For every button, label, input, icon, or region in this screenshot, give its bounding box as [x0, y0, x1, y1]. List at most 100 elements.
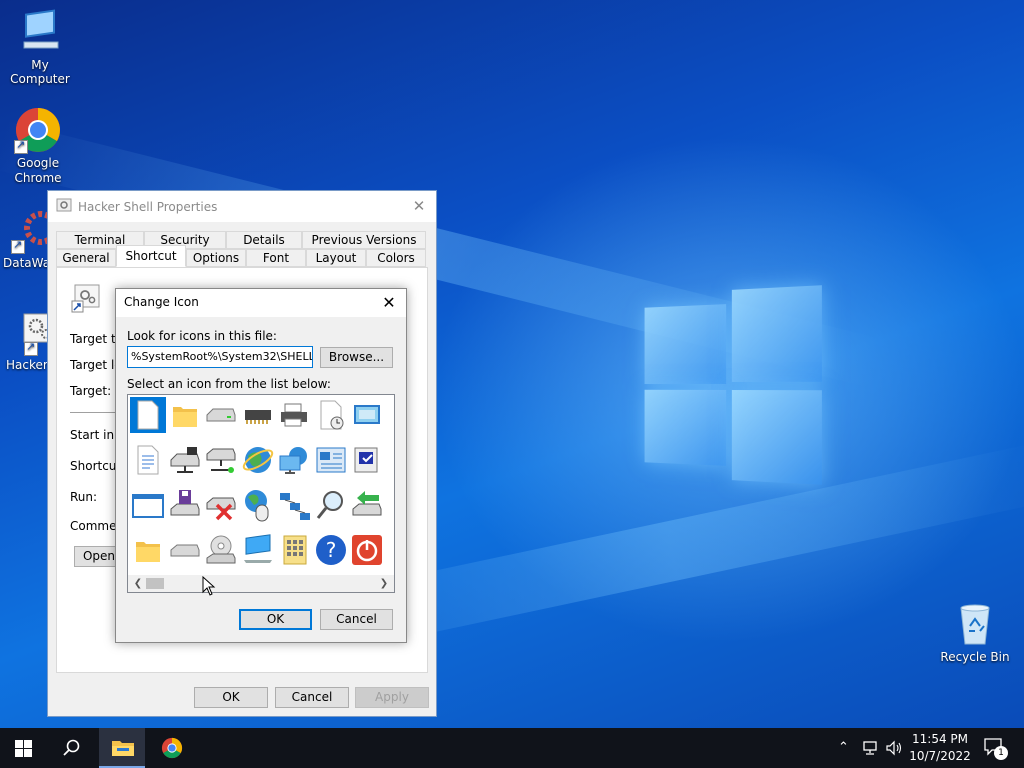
ok-button[interactable]: OK — [194, 687, 268, 708]
shortcut-arrow-icon — [14, 138, 28, 154]
clock-time[interactable]: 11:54 PM — [908, 732, 972, 746]
desktop-icon-my-computer[interactable]: My Computer — [0, 8, 80, 86]
network-icon[interactable] — [862, 740, 880, 759]
clock-date[interactable]: 10/7/2022 — [908, 749, 972, 763]
run-arrow-icon[interactable] — [349, 487, 385, 523]
chevron-up-icon[interactable]: ⌃ — [838, 740, 854, 756]
blank-document-icon[interactable] — [130, 397, 166, 433]
network-server-icon[interactable] — [203, 442, 239, 478]
floppy-drive-icon[interactable] — [167, 487, 203, 523]
volume-icon[interactable] — [885, 740, 903, 759]
shortcut-app-icon — [71, 284, 101, 317]
display-adapter-icon[interactable] — [349, 397, 385, 433]
removable-drive-icon[interactable] — [167, 532, 203, 568]
network-globe-icon[interactable] — [276, 442, 312, 478]
cancel-button[interactable]: Cancel — [275, 687, 349, 708]
notification-count-badge: 1 — [994, 746, 1008, 760]
partial-icon[interactable] — [386, 532, 395, 568]
tab-layout[interactable]: Layout — [306, 249, 366, 267]
change-icon-cancel-button[interactable]: Cancel — [320, 609, 393, 630]
icon-file-path-input[interactable]: %SystemRoot%\System32\SHELL32.dll — [127, 346, 313, 368]
mouse-cursor-icon — [202, 575, 216, 599]
computer-icon[interactable] — [240, 532, 276, 568]
disconnected-drive-icon[interactable] — [203, 487, 239, 523]
scheduled-document-icon[interactable] — [313, 397, 349, 433]
apply-button[interactable]: Apply — [355, 687, 429, 708]
scroll-left-icon[interactable]: ❮ — [130, 576, 146, 591]
shortcut-overlay-icon[interactable] — [386, 442, 395, 478]
secure-document-icon[interactable] — [349, 442, 385, 478]
drive-icon[interactable] — [203, 397, 239, 433]
control-panel-icon[interactable] — [313, 442, 349, 478]
tab-row-bottom: General Shortcut Options Font Layout Col… — [56, 245, 426, 267]
keypad-icon[interactable] — [276, 532, 312, 568]
tab-details[interactable]: Details — [226, 231, 302, 249]
tab-colors[interactable]: Colors — [366, 249, 426, 267]
properties-titlebar[interactable]: Hacker Shell Properties — [48, 191, 436, 222]
start-button[interactable] — [0, 728, 46, 768]
tab-row-top: Terminal Security Details Previous Versi… — [56, 231, 426, 249]
notification-icon[interactable]: 1 — [984, 738, 1008, 760]
search-icon[interactable] — [313, 487, 349, 523]
cd-drive-icon[interactable] — [203, 532, 239, 568]
tab-shortcut[interactable]: Shortcut — [116, 245, 186, 267]
network-icon[interactable] — [276, 487, 312, 523]
window-gears-icon — [56, 197, 72, 216]
scrollbar-thumb[interactable] — [146, 578, 164, 589]
network-drive-icon[interactable] — [167, 442, 203, 478]
properties-title: Hacker Shell Properties — [78, 199, 218, 214]
scroll-right-icon[interactable]: ❯ — [376, 576, 392, 591]
browse-button[interactable]: Browse... — [320, 347, 393, 368]
tab-general[interactable]: General — [56, 249, 116, 267]
change-icon-titlebar[interactable]: Change Icon ✕ — [116, 289, 406, 317]
chrome-icon — [14, 106, 62, 154]
windows-start-icon — [15, 740, 32, 757]
desktop-icon-label: Google Chrome — [14, 156, 62, 185]
chrome-icon — [161, 737, 183, 759]
desktop-icon-google-chrome[interactable]: Google Chrome — [0, 106, 78, 186]
desktop-icon-label: My Computer — [10, 58, 70, 86]
change-icon-title: Change Icon — [124, 295, 199, 309]
run-label: Run: — [70, 490, 98, 504]
windows-logo-wallpaper — [644, 285, 822, 485]
look-for-icons-label: Look for icons in this file: — [127, 329, 277, 343]
desktop-icon-recycle-bin[interactable]: Recycle Bin — [935, 600, 1015, 664]
cd-overlay-icon[interactable] — [386, 487, 395, 523]
horizontal-scrollbar[interactable]: ❮ ❯ — [128, 575, 394, 592]
start-in-label: Start in: — [70, 428, 119, 442]
shortcut-arrow-icon — [11, 238, 25, 254]
memory-chip-icon[interactable] — [240, 397, 276, 433]
power-icon[interactable] — [349, 532, 385, 568]
window-icon[interactable] — [130, 487, 166, 523]
computer-icon — [16, 8, 64, 56]
tab-font[interactable]: Font — [246, 249, 306, 267]
change-icon-ok-button[interactable]: OK — [239, 609, 312, 630]
divider — [70, 412, 120, 413]
help-icon[interactable]: ? — [313, 532, 349, 568]
tab-previous-versions[interactable]: Previous Versions — [302, 231, 426, 249]
close-icon[interactable]: ✕ — [378, 292, 400, 314]
printer-icon[interactable] — [276, 397, 312, 433]
partial-icon[interactable] — [386, 397, 395, 433]
target-label: Target: — [70, 384, 112, 398]
taskbar: ⌃ 11:54 PM 10/7/2022 1 — [0, 728, 1024, 768]
text-document-icon[interactable] — [130, 442, 166, 478]
svg-text:?: ? — [325, 538, 336, 562]
close-icon[interactable]: ✕ — [410, 197, 428, 215]
search-button[interactable] — [48, 728, 94, 768]
select-icon-label: Select an icon from the list below: — [127, 377, 331, 391]
globe-mouse-icon[interactable] — [240, 487, 276, 523]
change-icon-dialog: Change Icon ✕ Look for icons in this fil… — [115, 288, 407, 643]
recycle-bin-icon — [951, 600, 999, 648]
folder-icon[interactable] — [167, 397, 203, 433]
desktop-icon-label: Recycle Bin — [940, 650, 1010, 664]
taskbar-chrome[interactable] — [149, 728, 195, 768]
folder-icon[interactable] — [130, 532, 166, 568]
shortcut-arrow-icon — [24, 340, 38, 356]
internet-globe-icon[interactable] — [240, 442, 276, 478]
file-explorer-icon — [112, 741, 134, 756]
taskbar-file-explorer[interactable] — [99, 728, 145, 768]
icon-list[interactable]: ? ❮ ❯ — [127, 394, 395, 593]
search-icon — [63, 739, 80, 756]
tab-options[interactable]: Options — [186, 249, 246, 267]
